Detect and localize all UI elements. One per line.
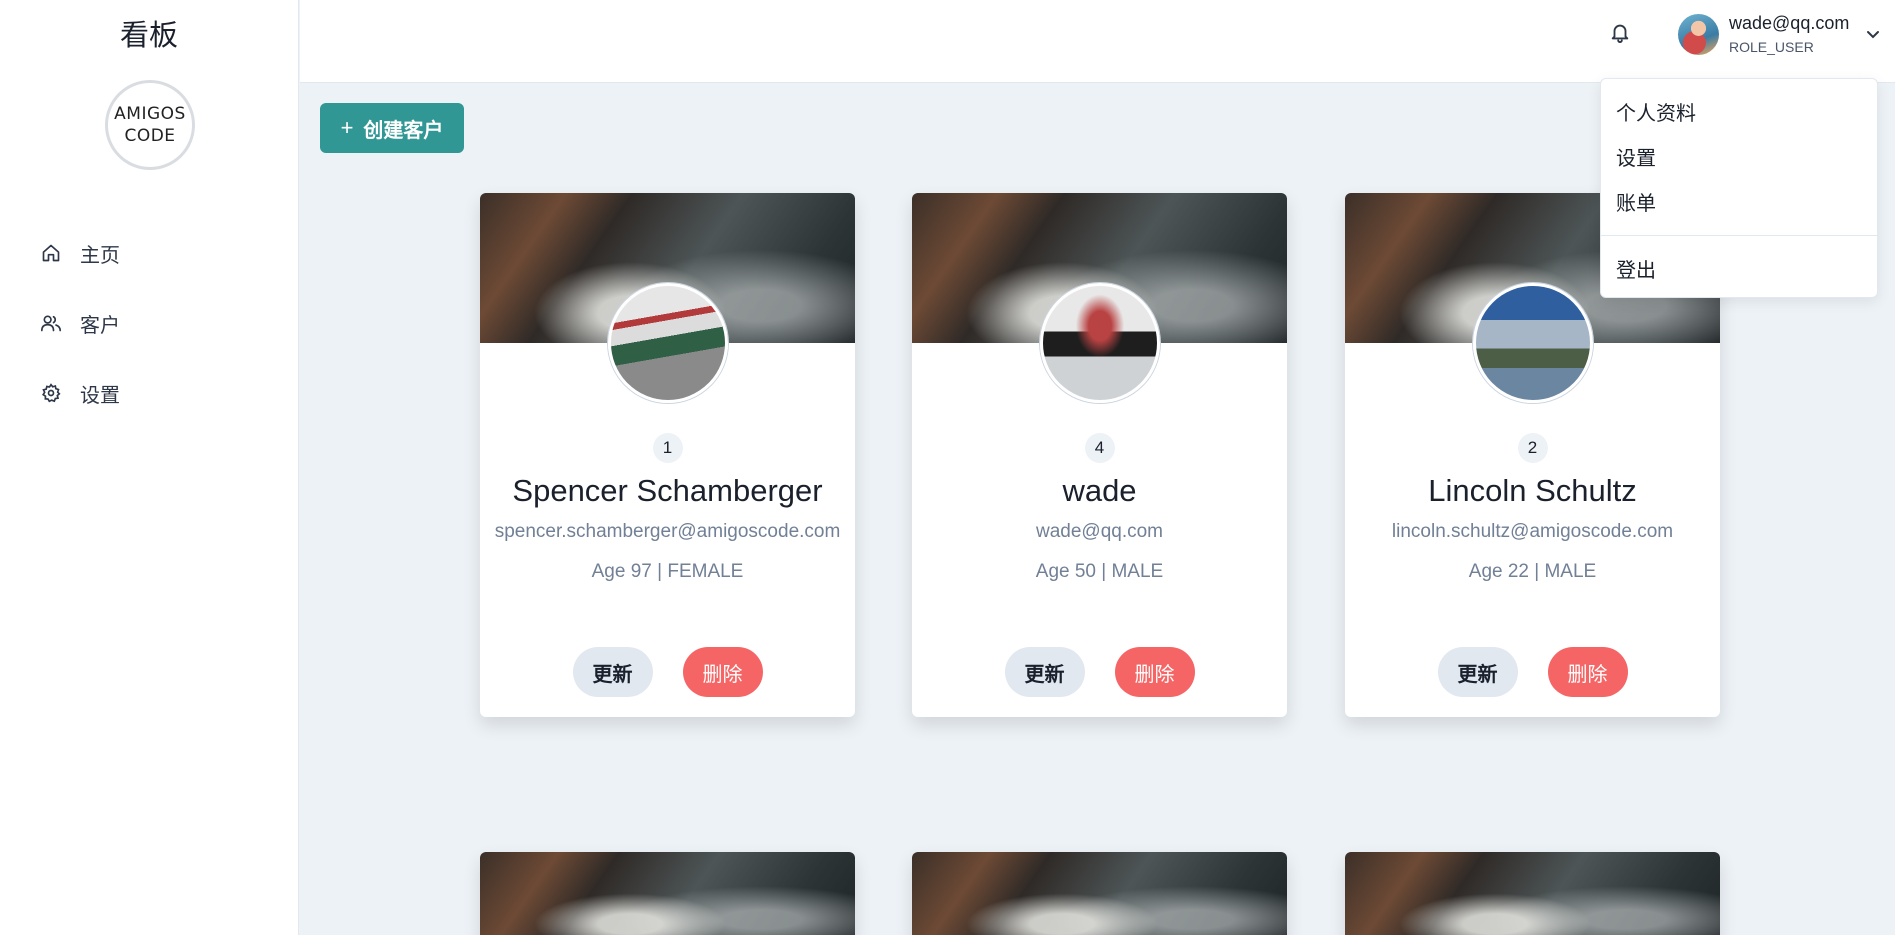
home-icon — [40, 242, 62, 264]
logo-line2: CODE — [124, 126, 176, 146]
update-button[interactable]: 更新 — [572, 647, 653, 697]
users-icon — [40, 312, 62, 334]
user-dropdown-menu: 个人资料 设置 账单 登出 — [1600, 78, 1878, 298]
customer-card: 4 wade wade@qq.com Age 50 | MALE 更新 删除 — [912, 193, 1287, 717]
user-role: ROLE_USER — [1729, 39, 1814, 55]
card-cover-image — [912, 852, 1287, 935]
top-header — [300, 0, 1895, 83]
menu-item-settings[interactable]: 设置 — [1601, 134, 1877, 179]
update-button[interactable]: 更新 — [1437, 647, 1518, 697]
customer-age-gender: Age 50 | MALE — [1035, 561, 1164, 582]
customer-avatar — [608, 283, 728, 403]
bell-icon[interactable] — [1606, 18, 1634, 46]
customer-card — [480, 852, 855, 935]
user-email: wade@qq.com — [1729, 13, 1850, 33]
avatar — [1678, 13, 1719, 55]
delete-button[interactable]: 删除 — [1547, 647, 1628, 697]
create-customer-button[interactable]: + 创建客户 — [320, 103, 464, 153]
create-customer-label: 创建客户 — [363, 119, 444, 142]
delete-button[interactable]: 删除 — [1114, 647, 1195, 697]
customer-email: wade@qq.com — [1035, 521, 1164, 542]
customer-name: Spencer Schamberger — [512, 473, 823, 508]
customer-name: wade — [1062, 473, 1137, 508]
sidebar-item-label: 客户 — [80, 314, 120, 337]
delete-button[interactable]: 删除 — [682, 647, 763, 697]
customer-age-gender: Age 22 | MALE — [1468, 561, 1597, 582]
customer-card — [912, 852, 1287, 935]
customer-age-gender: Age 97 | FEMALE — [591, 561, 744, 582]
customer-card — [1345, 852, 1720, 935]
customer-email: spencer.schamberger@amigoscode.com — [494, 521, 841, 542]
sidebar-item-customers[interactable]: 客户 — [0, 288, 298, 358]
customer-avatar — [1040, 283, 1160, 403]
sidebar: 看板 AMIGOS CODE 主页 客户 设置 — [0, 0, 299, 935]
sidebar-item-settings[interactable]: 设置 — [0, 358, 298, 428]
sidebar-item-home[interactable]: 主页 — [0, 218, 298, 288]
menu-divider — [1601, 235, 1877, 236]
chevron-down-icon — [1867, 31, 1880, 39]
sidebar-nav: 主页 客户 设置 — [0, 218, 298, 428]
card-cover-image — [480, 852, 855, 935]
menu-item-billing[interactable]: 账单 — [1601, 179, 1877, 224]
logo-line1: AMIGOS — [114, 104, 186, 124]
customer-id-badge: 1 — [652, 433, 683, 463]
menu-item-profile[interactable]: 个人资料 — [1601, 89, 1877, 134]
customer-card: 1 Spencer Schamberger spencer.schamberge… — [480, 193, 855, 717]
customer-email: lincoln.schultz@amigoscode.com — [1391, 521, 1674, 542]
customer-id-badge: 2 — [1517, 433, 1548, 463]
customer-avatar — [1473, 283, 1593, 403]
user-info: wade@qq.com ROLE_USER — [1729, 12, 1849, 56]
plus-icon: + — [340, 115, 354, 140]
menu-item-logout[interactable]: 登出 — [1601, 246, 1877, 291]
customer-name: Lincoln Schultz — [1428, 473, 1637, 508]
user-menu-button[interactable]: wade@qq.com ROLE_USER — [1678, 12, 1881, 56]
amigoscode-logo: AMIGOS CODE — [105, 80, 195, 170]
card-cover-image — [1345, 852, 1720, 935]
brand-title: 看板 — [119, 18, 178, 52]
sidebar-item-label: 主页 — [80, 244, 120, 267]
gear-icon — [40, 382, 62, 404]
sidebar-item-label: 设置 — [80, 384, 120, 407]
customer-id-badge: 4 — [1084, 433, 1115, 463]
update-button[interactable]: 更新 — [1004, 647, 1085, 697]
